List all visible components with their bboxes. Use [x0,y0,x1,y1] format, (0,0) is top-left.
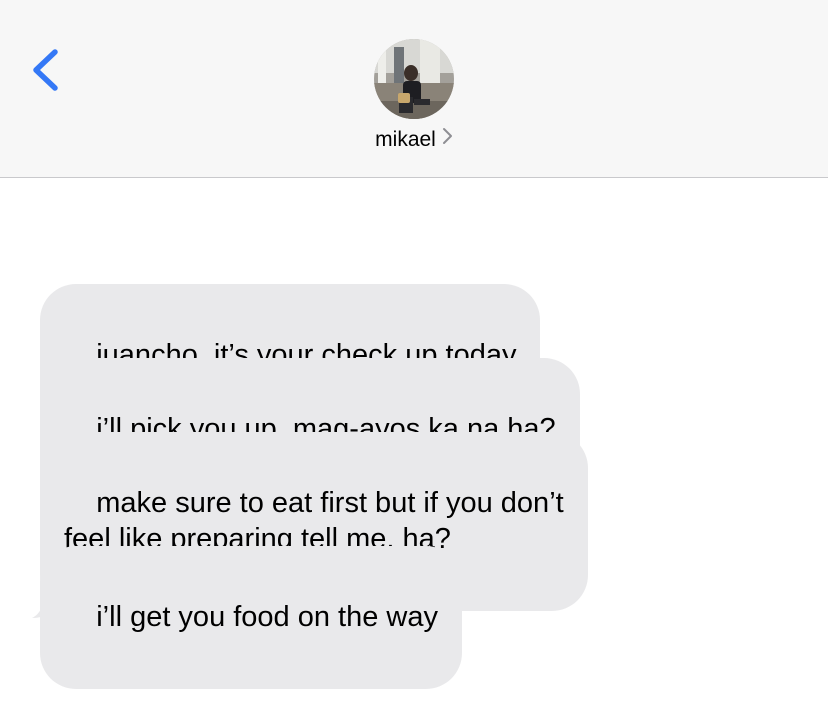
contact-name: mikael [375,128,436,151]
avatar-photo [374,39,454,119]
bubble-tail [32,592,56,618]
message-text: make sure to eat first but if you don’t … [64,487,564,555]
message-bubble-last[interactable]: i’ll get you food on the way [40,546,463,689]
message-text: i’ll get you food on the way [96,601,439,633]
back-button[interactable] [22,44,72,100]
chevron-left-icon [33,49,58,91]
contact-name-button[interactable]: mikael [0,128,828,152]
contact-avatar[interactable] [374,39,454,119]
message-thread: juancho, it’s your check up today i’ll p… [0,178,828,714]
conversation-header: mikael [0,0,828,178]
chevron-right-icon [442,127,453,151]
